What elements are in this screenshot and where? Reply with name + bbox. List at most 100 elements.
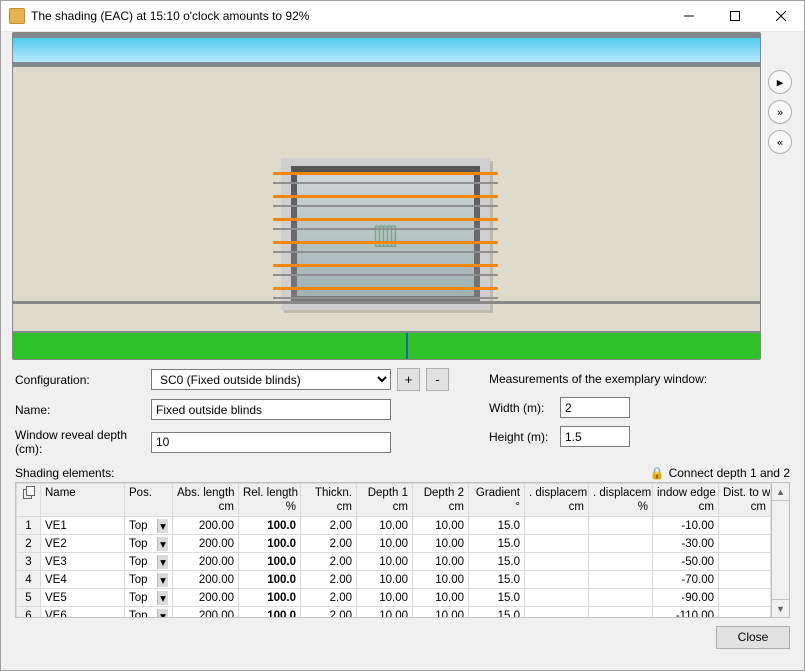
cell-dc[interactable]	[525, 607, 589, 618]
col-header[interactable]: Depth 1cm	[357, 484, 413, 517]
chevron-down-icon[interactable]: ▾	[157, 537, 168, 551]
col-header[interactable]: Rel. length%	[239, 484, 301, 517]
col-header[interactable]: Abs. lengthcm	[173, 484, 239, 517]
maximize-button[interactable]	[712, 1, 758, 31]
cell-gr[interactable]: 15.0	[469, 517, 525, 535]
close-window-button[interactable]	[758, 1, 804, 31]
cell-gr[interactable]: 15.0	[469, 571, 525, 589]
cell-rel[interactable]: 100.0	[239, 553, 301, 571]
cell-dw[interactable]	[719, 517, 771, 535]
table-row[interactable]: 6VE6Top▾200.00100.02.0010.0010.0015.0-11…	[17, 607, 771, 618]
cell-d1[interactable]: 10.00	[357, 589, 413, 607]
connect-depth-label[interactable]: Connect depth 1 and 2	[669, 466, 790, 480]
shading-table[interactable]: Name Pos. Abs. lengthcmRel. length%Thick…	[15, 482, 790, 618]
cell-th[interactable]: 2.00	[301, 535, 357, 553]
rewind-button[interactable]: «	[768, 130, 792, 154]
cell-d2[interactable]: 10.00	[413, 571, 469, 589]
cell-d2[interactable]: 10.00	[413, 553, 469, 571]
cell-gr[interactable]: 15.0	[469, 589, 525, 607]
cell-gr[interactable]: 15.0	[469, 553, 525, 571]
cell-d1[interactable]: 10.00	[357, 517, 413, 535]
cell-dc[interactable]	[525, 589, 589, 607]
col-header[interactable]: indow edgecm	[653, 484, 719, 517]
width-field[interactable]	[560, 397, 630, 418]
row-number[interactable]: 2	[17, 535, 41, 553]
table-row[interactable]: 3VE3Top▾200.00100.02.0010.0010.0015.0-50…	[17, 553, 771, 571]
col-header[interactable]: Pos.	[125, 484, 173, 517]
close-button[interactable]: Close	[716, 626, 790, 649]
cell-name[interactable]: VE5	[41, 589, 125, 607]
cell-abs[interactable]: 200.00	[173, 607, 239, 618]
name-field[interactable]	[151, 399, 391, 420]
cell-dp[interactable]	[589, 571, 653, 589]
cell-pos[interactable]: Top▾	[125, 553, 173, 571]
scroll-up-button[interactable]: ▲	[772, 483, 789, 501]
cell-rel[interactable]: 100.0	[239, 589, 301, 607]
row-number[interactable]: 1	[17, 517, 41, 535]
cell-dc[interactable]	[525, 535, 589, 553]
chevron-down-icon[interactable]: ▾	[157, 573, 168, 587]
cell-pos[interactable]: Top▾	[125, 607, 173, 618]
cell-abs[interactable]: 200.00	[173, 553, 239, 571]
cell-rel[interactable]: 100.0	[239, 607, 301, 618]
cell-gr[interactable]: 15.0	[469, 607, 525, 618]
col-header[interactable]: . displacem.%	[589, 484, 653, 517]
cell-rel[interactable]: 100.0	[239, 517, 301, 535]
chevron-down-icon[interactable]: ▾	[157, 609, 168, 618]
cell-pos[interactable]: Top▾	[125, 571, 173, 589]
chevron-down-icon[interactable]: ▾	[157, 591, 168, 605]
cell-dp[interactable]	[589, 553, 653, 571]
cell-rel[interactable]: 100.0	[239, 571, 301, 589]
chevron-down-icon[interactable]: ▾	[157, 519, 168, 533]
cell-name[interactable]: VE3	[41, 553, 125, 571]
col-header[interactable]: Name	[41, 484, 125, 517]
col-header[interactable]: Gradient°	[469, 484, 525, 517]
cell-d2[interactable]: 10.00	[413, 517, 469, 535]
cell-name[interactable]: VE1	[41, 517, 125, 535]
cell-dw[interactable]	[719, 607, 771, 618]
cell-name[interactable]: VE2	[41, 535, 125, 553]
table-row[interactable]: 1VE1Top▾200.00100.02.0010.0010.0015.0-10…	[17, 517, 771, 535]
cell-th[interactable]: 2.00	[301, 589, 357, 607]
cell-we[interactable]: -30.00	[653, 535, 719, 553]
cell-d1[interactable]: 10.00	[357, 607, 413, 618]
row-number[interactable]: 6	[17, 607, 41, 618]
col-header[interactable]: Depth 2cm	[413, 484, 469, 517]
cell-pos[interactable]: Top▾	[125, 517, 173, 535]
add-config-button[interactable]: +	[397, 368, 420, 391]
cell-we[interactable]: -10.00	[653, 517, 719, 535]
table-row[interactable]: 5VE5Top▾200.00100.02.0010.0010.0015.0-90…	[17, 589, 771, 607]
cell-th[interactable]: 2.00	[301, 517, 357, 535]
cell-dw[interactable]	[719, 589, 771, 607]
cell-th[interactable]: 2.00	[301, 607, 357, 618]
cell-rel[interactable]: 100.0	[239, 535, 301, 553]
cell-gr[interactable]: 15.0	[469, 535, 525, 553]
cell-abs[interactable]: 200.00	[173, 571, 239, 589]
col-header[interactable]: Thickn.cm	[301, 484, 357, 517]
height-field[interactable]	[560, 426, 630, 447]
cell-pos[interactable]: Top▾	[125, 535, 173, 553]
timeline-strip[interactable]	[13, 331, 760, 359]
row-number[interactable]: 4	[17, 571, 41, 589]
cell-dw[interactable]	[719, 553, 771, 571]
config-select[interactable]: SC0 (Fixed outside blinds)	[151, 369, 391, 390]
cell-name[interactable]: VE4	[41, 571, 125, 589]
table-row[interactable]: 4VE4Top▾200.00100.02.0010.0010.0015.0-70…	[17, 571, 771, 589]
cell-d1[interactable]: 10.00	[357, 571, 413, 589]
cell-dp[interactable]	[589, 535, 653, 553]
remove-config-button[interactable]: -	[426, 368, 449, 391]
table-scrollbar[interactable]: ▲ ▼	[771, 483, 789, 617]
cell-dw[interactable]	[719, 571, 771, 589]
cell-abs[interactable]: 200.00	[173, 589, 239, 607]
cell-dp[interactable]	[589, 517, 653, 535]
cell-name[interactable]: VE6	[41, 607, 125, 618]
play-button[interactable]: ▶	[768, 70, 792, 94]
cell-we[interactable]: -90.00	[653, 589, 719, 607]
minimize-button[interactable]	[666, 1, 712, 31]
cell-dc[interactable]	[525, 571, 589, 589]
chevron-down-icon[interactable]: ▾	[157, 555, 168, 569]
cell-we[interactable]: -70.00	[653, 571, 719, 589]
cell-pos[interactable]: Top▾	[125, 589, 173, 607]
reveal-depth-field[interactable]	[151, 432, 391, 453]
cell-we[interactable]: -110.00	[653, 607, 719, 618]
